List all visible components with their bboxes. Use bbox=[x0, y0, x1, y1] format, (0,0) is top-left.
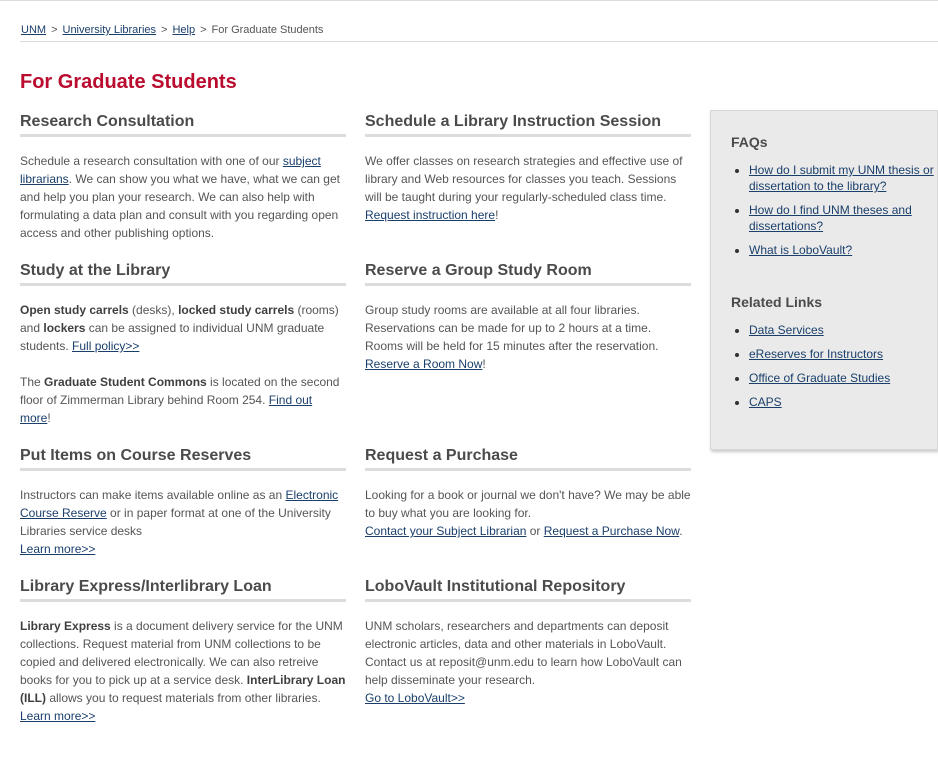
breadcrumb-separator: > bbox=[200, 24, 207, 36]
related-link[interactable]: Office of Graduate Studies bbox=[749, 371, 890, 385]
breadcrumb-current: For Graduate Students bbox=[211, 24, 324, 36]
section-body: Group study rooms are available at all f… bbox=[365, 301, 691, 373]
section-text: Schedule a research consultation with on… bbox=[20, 154, 283, 168]
section-text: Instructors can make items available onl… bbox=[20, 488, 286, 502]
section-text: allows you to request materials from oth… bbox=[46, 691, 321, 705]
breadcrumb-link-university-libraries[interactable]: University Libraries bbox=[63, 24, 157, 36]
section-request-purchase: Request a Purchase Looking for a book or… bbox=[365, 447, 691, 540]
section-body: Schedule a research consultation with on… bbox=[20, 152, 346, 242]
related-link-item: CAPS bbox=[749, 394, 937, 410]
page-title: For Graduate Students bbox=[20, 71, 237, 93]
section-text: UNM scholars, researchers and department… bbox=[365, 619, 682, 687]
breadcrumb-link-unm[interactable]: UNM bbox=[21, 24, 46, 36]
section-text: We offer classes on research strategies … bbox=[365, 154, 683, 204]
learn-more-link[interactable]: Learn more>> bbox=[20, 709, 95, 723]
section-research-consultation: Research Consultation Schedule a researc… bbox=[20, 113, 346, 242]
top-rule bbox=[0, 0, 938, 1]
section-heading: Library Express/Interlibrary Loan bbox=[20, 578, 346, 602]
bold-text: Open study carrels bbox=[20, 303, 129, 317]
section-library-instruction: Schedule a Library Instruction Session W… bbox=[365, 113, 691, 224]
section-heading: Research Consultation bbox=[20, 113, 346, 137]
section-body: Open study carrels (desks), locked study… bbox=[20, 301, 346, 427]
contact-subject-librarian-link[interactable]: Contact your Subject Librarian bbox=[365, 524, 526, 538]
section-text: . We can show you what we have, what we … bbox=[20, 172, 340, 240]
reserve-room-link[interactable]: Reserve a Room Now bbox=[365, 357, 482, 371]
related-links-heading: Related Links bbox=[731, 294, 823, 310]
section-text: ! bbox=[47, 411, 51, 425]
section-lobovault: LoboVault Institutional Repository UNM s… bbox=[365, 578, 691, 707]
section-heading: Reserve a Group Study Room bbox=[365, 262, 691, 286]
section-text: ! bbox=[482, 357, 486, 371]
faq-link[interactable]: How do I find UNM theses and dissertatio… bbox=[749, 203, 912, 233]
faqs-heading: FAQs bbox=[731, 134, 768, 150]
related-link-item: eReserves for Instructors bbox=[749, 346, 937, 362]
breadcrumb-divider bbox=[20, 41, 938, 42]
related-link[interactable]: eReserves for Instructors bbox=[749, 347, 883, 361]
section-body: We offer classes on research strategies … bbox=[365, 152, 691, 224]
related-link-item: Data Services bbox=[749, 322, 937, 338]
related-links-list: Data Services eReserves for Instructors … bbox=[731, 322, 937, 418]
related-link[interactable]: CAPS bbox=[749, 395, 782, 409]
full-policy-link[interactable]: Full policy>> bbox=[72, 339, 139, 353]
section-text: or bbox=[526, 524, 544, 538]
section-study-at-library: Study at the Library Open study carrels … bbox=[20, 262, 346, 427]
section-body: Library Express is a document delivery s… bbox=[20, 617, 346, 725]
bold-text: lockers bbox=[43, 321, 86, 335]
section-library-express: Library Express/Interlibrary Loan Librar… bbox=[20, 578, 346, 725]
request-purchase-link[interactable]: Request a Purchase Now bbox=[544, 524, 679, 538]
breadcrumb-link-help[interactable]: Help bbox=[172, 24, 195, 36]
go-to-lobovault-link[interactable]: Go to LoboVault>> bbox=[365, 691, 465, 705]
faq-list: How do I submit my UNM thesis or dissert… bbox=[731, 162, 937, 266]
section-text: The bbox=[20, 375, 45, 389]
breadcrumb-separator: > bbox=[51, 24, 58, 36]
section-text: (desks), bbox=[128, 303, 179, 317]
related-link[interactable]: Data Services bbox=[749, 323, 824, 337]
breadcrumb: UNM > University Libraries > Help > For Gradua… bbox=[21, 24, 323, 36]
bold-text: Library Express bbox=[20, 619, 111, 633]
faq-link[interactable]: How do I submit my UNM thesis or dissert… bbox=[749, 163, 934, 193]
section-heading: Study at the Library bbox=[20, 262, 346, 286]
section-course-reserves: Put Items on Course Reserves Instructors… bbox=[20, 447, 346, 558]
section-body: Instructors can make items available onl… bbox=[20, 486, 346, 558]
related-link-item: Office of Graduate Studies bbox=[749, 370, 937, 386]
section-text: . bbox=[679, 524, 683, 538]
section-heading: Schedule a Library Instruction Session bbox=[365, 113, 691, 137]
section-group-study-room: Reserve a Group Study Room Group study r… bbox=[365, 262, 691, 373]
section-heading: Put Items on Course Reserves bbox=[20, 447, 346, 471]
faq-item: How do I find UNM theses and dissertatio… bbox=[749, 202, 937, 234]
section-text: Looking for a book or journal we don't h… bbox=[365, 488, 691, 520]
request-instruction-link[interactable]: Request instruction here bbox=[365, 208, 495, 222]
bold-text: locked study carrels bbox=[178, 303, 295, 317]
section-heading: Request a Purchase bbox=[365, 447, 691, 471]
faq-item: How do I submit my UNM thesis or dissert… bbox=[749, 162, 937, 194]
section-text: ! bbox=[495, 208, 499, 222]
faq-item: What is LoboVault? bbox=[749, 242, 937, 258]
learn-more-link[interactable]: Learn more>> bbox=[20, 542, 95, 556]
section-text: Group study rooms are available at all f… bbox=[365, 303, 659, 353]
breadcrumb-separator: > bbox=[161, 24, 168, 36]
faq-link[interactable]: What is LoboVault? bbox=[749, 243, 852, 257]
section-body: Looking for a book or journal we don't h… bbox=[365, 486, 691, 540]
sidebar: FAQs How do I submit my UNM thesis or di… bbox=[710, 110, 938, 450]
section-body: UNM scholars, researchers and department… bbox=[365, 617, 691, 707]
section-heading: LoboVault Institutional Repository bbox=[365, 578, 691, 602]
bold-text: Graduate Student Commons bbox=[44, 375, 207, 389]
